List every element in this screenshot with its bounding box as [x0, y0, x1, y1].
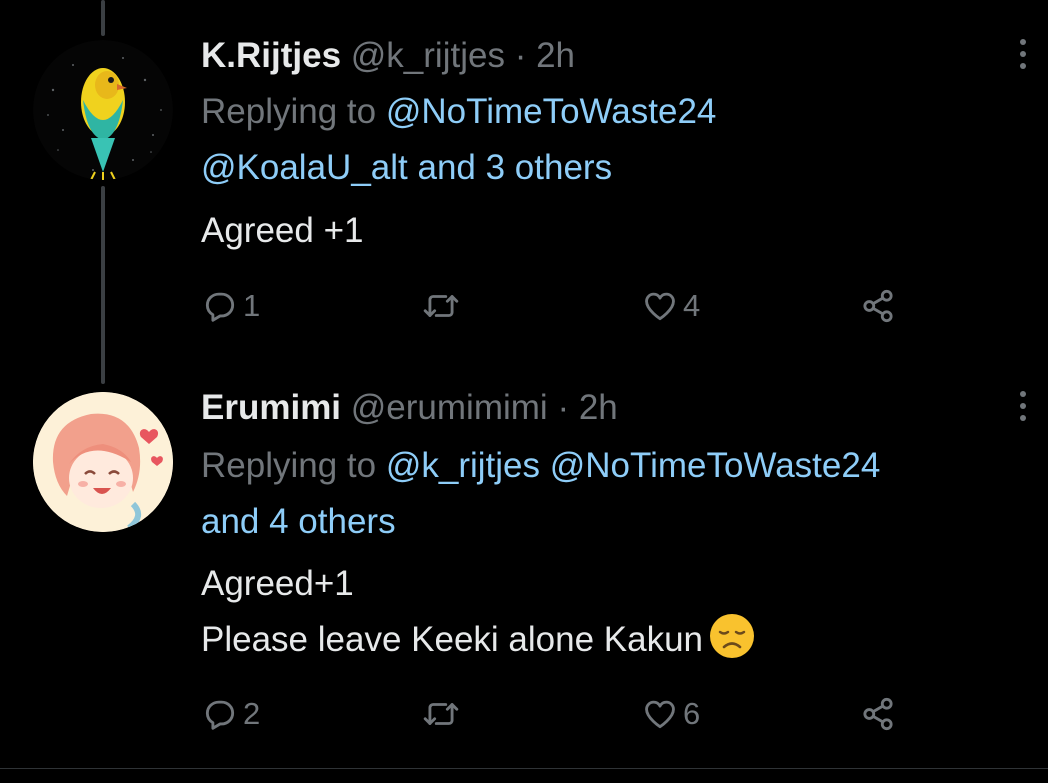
divider	[0, 768, 1048, 769]
retweet-button[interactable]	[422, 692, 464, 736]
retweet-button[interactable]	[422, 284, 464, 328]
separator-dot: ·	[557, 388, 570, 427]
reply-button[interactable]: 2	[201, 692, 260, 736]
display-name[interactable]: Erumimi	[201, 388, 341, 427]
avatar[interactable]	[33, 392, 173, 532]
share-icon	[863, 289, 893, 323]
share-button[interactable]	[859, 692, 897, 736]
tweet-text: Agreed +1	[201, 203, 1021, 259]
like-count: 4	[683, 288, 701, 323]
action-bar: 1 4	[201, 284, 921, 328]
retweet-icon	[423, 295, 459, 317]
tweet-erumimi[interactable]: Erumimi @erumimimi · 2h Replying to @k_r…	[0, 380, 1048, 768]
display-name[interactable]: K.Rijtjes	[201, 36, 341, 75]
share-button[interactable]	[859, 284, 897, 328]
anime-girl-avatar-icon	[33, 392, 173, 532]
reply-button[interactable]: 1	[201, 284, 260, 328]
share-icon	[863, 697, 893, 731]
tweet-text: Agreed+1 Please leave Keeki alone Kakun	[201, 556, 1021, 668]
like-count: 6	[683, 696, 701, 731]
replying-to: Replying to @NoTimeToWaste24 @KoalaU_alt…	[201, 84, 1021, 196]
timestamp[interactable]: 2h	[536, 36, 575, 75]
like-button[interactable]: 6	[641, 692, 700, 736]
user-handle[interactable]: @k_rijtjes	[351, 36, 505, 75]
like-button[interactable]: 4	[641, 284, 700, 328]
retweet-icon	[423, 703, 459, 725]
bird-avatar-icon	[33, 40, 173, 180]
heart-icon	[645, 700, 675, 729]
more-options-button[interactable]	[1008, 386, 1038, 426]
tweet-text-line: Please leave Keeki alone Kakun	[201, 620, 704, 659]
replying-to: Replying to @k_rijtjes @NoTimeToWaste24 …	[201, 438, 1021, 550]
more-options-icon	[1020, 391, 1026, 397]
others-link[interactable]: and 3 others	[418, 148, 613, 187]
separator-dot: ·	[514, 36, 527, 75]
tweet-header: Erumimi @erumimimi · 2h	[201, 386, 618, 430]
more-options-button[interactable]	[1008, 34, 1038, 74]
mention-link[interactable]: @NoTimeToWaste24	[386, 92, 717, 131]
more-options-icon	[1020, 39, 1026, 45]
replying-prefix: Replying to	[201, 92, 377, 131]
replying-prefix: Replying to	[201, 446, 377, 485]
avatar[interactable]	[33, 40, 173, 180]
heart-icon	[645, 292, 675, 321]
reply-count: 2	[243, 696, 261, 731]
mention-link[interactable]: @KoalaU_alt	[201, 148, 408, 187]
reply-icon	[205, 700, 235, 730]
action-bar: 2 6	[201, 692, 921, 736]
others-link[interactable]: and 4 others	[201, 502, 396, 541]
user-handle[interactable]: @erumimimi	[351, 388, 548, 427]
tweet-text-line: Agreed+1	[201, 564, 354, 603]
tweet-header: K.Rijtjes @k_rijtjes · 2h	[201, 34, 575, 78]
timestamp[interactable]: 2h	[579, 388, 618, 427]
tweet-k-rijtjes[interactable]: K.Rijtjes @k_rijtjes · 2h Replying to @N…	[0, 0, 1048, 380]
tweet-text-line: Agreed +1	[201, 211, 364, 250]
mention-link[interactable]: @NoTimeToWaste24	[550, 446, 881, 485]
reply-count: 1	[243, 288, 261, 323]
mention-link[interactable]: @k_rijtjes	[386, 446, 540, 485]
disappointed-face-emoji	[710, 614, 755, 658]
reply-icon	[205, 292, 235, 322]
